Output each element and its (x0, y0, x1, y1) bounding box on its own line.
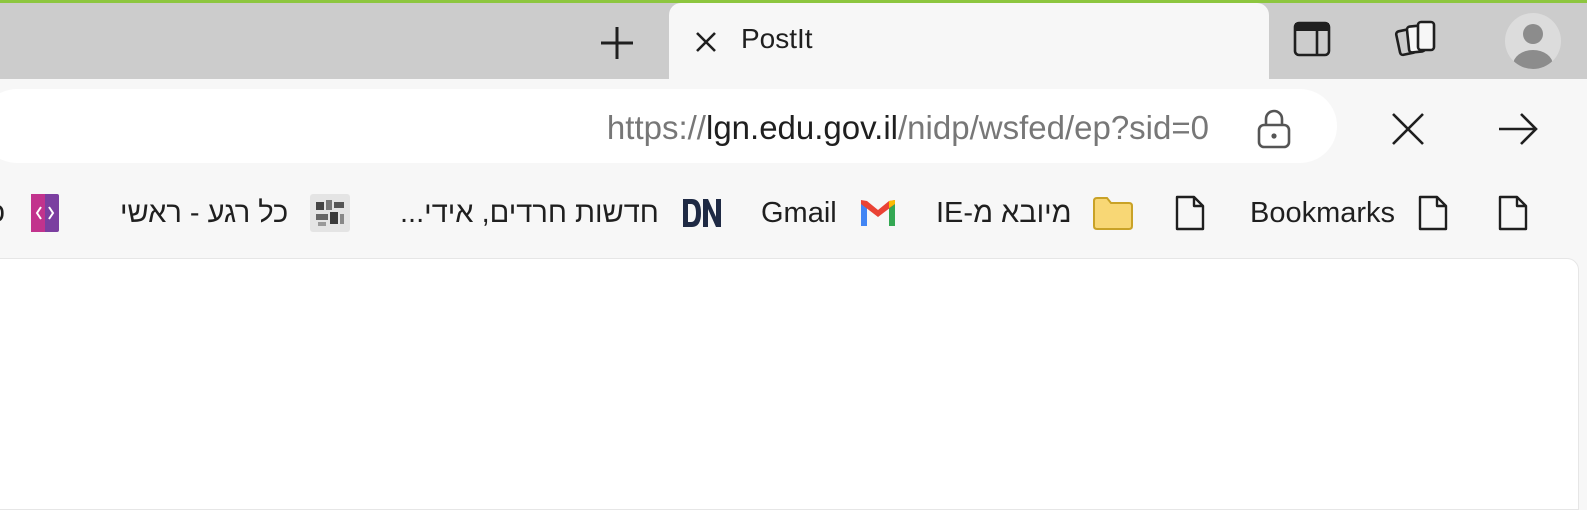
bookmark-label: כל רגע - ראשי (120, 196, 289, 229)
close-icon (1392, 113, 1424, 145)
tab-title: PostIt (741, 23, 813, 54)
url-text[interactable]: https://lgn.edu.gov.il/nidp/wsfed/ep?sid… (607, 109, 1209, 147)
close-icon (696, 32, 716, 52)
page-content (0, 258, 1579, 510)
dn-icon (682, 199, 721, 227)
bookmark-item-news[interactable]: חדשות חרדים, אידי... (400, 180, 723, 246)
bookmark-item-gmail[interactable]: Gmail (761, 180, 897, 246)
bookmark-item-kol-rega[interactable]: כל רגע - ראשי (120, 180, 351, 246)
bookmark-label: Gmail (761, 196, 837, 229)
address-bar[interactable]: https://lgn.edu.gov.il/nidp/wsfed/ep?sid… (0, 89, 1337, 163)
split-screen-button[interactable] (1287, 14, 1337, 64)
page-icon (1498, 195, 1528, 231)
bookmark-folder-imported-ie[interactable]: מיובא מ-IE (936, 180, 1134, 246)
bookmark-label: Bookmarks (1250, 196, 1396, 229)
profile-avatar-icon (1513, 24, 1553, 69)
page-icon (1418, 195, 1448, 231)
lock-icon (1257, 109, 1291, 149)
bookmark-item-bookmarks[interactable]: Bookmarks (1250, 180, 1449, 246)
bookmarks-bar: Bookmarks מיובא מ-IE Gmail חדשות חרדים, … (0, 180, 1587, 246)
tab-close-button[interactable] (691, 27, 721, 57)
bookmark-label: כ (0, 197, 5, 230)
url-prefix: https:// (606, 109, 706, 146)
url-host: lgn.edu.gov.il (705, 109, 899, 146)
bookmark-label: חדשות חרדים, אידי... (400, 196, 659, 229)
url-path: /nidp/wsfed/ep?sid=0 (898, 109, 1209, 146)
code-icon (31, 194, 60, 232)
bookmark-item-page[interactable] (1497, 180, 1529, 246)
bookmark-item-partial[interactable]: כ (0, 180, 60, 246)
collections-icon (1394, 20, 1436, 57)
plus-icon (601, 27, 633, 59)
go-button[interactable] (1493, 106, 1543, 152)
site-favicon-icon (310, 194, 351, 232)
stop-loading-button[interactable] (1385, 106, 1431, 152)
arrow-right-icon (1499, 113, 1538, 145)
site-info-button[interactable] (1254, 108, 1294, 150)
new-tab-button[interactable] (597, 23, 637, 63)
page-icon (1175, 195, 1205, 231)
profile-button[interactable] (1505, 13, 1561, 69)
collections-button[interactable] (1391, 14, 1441, 64)
bookmark-label: מיובא מ-IE (936, 196, 1072, 229)
bookmark-item-page[interactable] (1174, 180, 1206, 246)
tab-active[interactable]: PostIt (669, 3, 1269, 81)
gmail-icon (860, 200, 895, 226)
folder-icon (1092, 197, 1133, 230)
split-screen-icon (1293, 21, 1331, 57)
